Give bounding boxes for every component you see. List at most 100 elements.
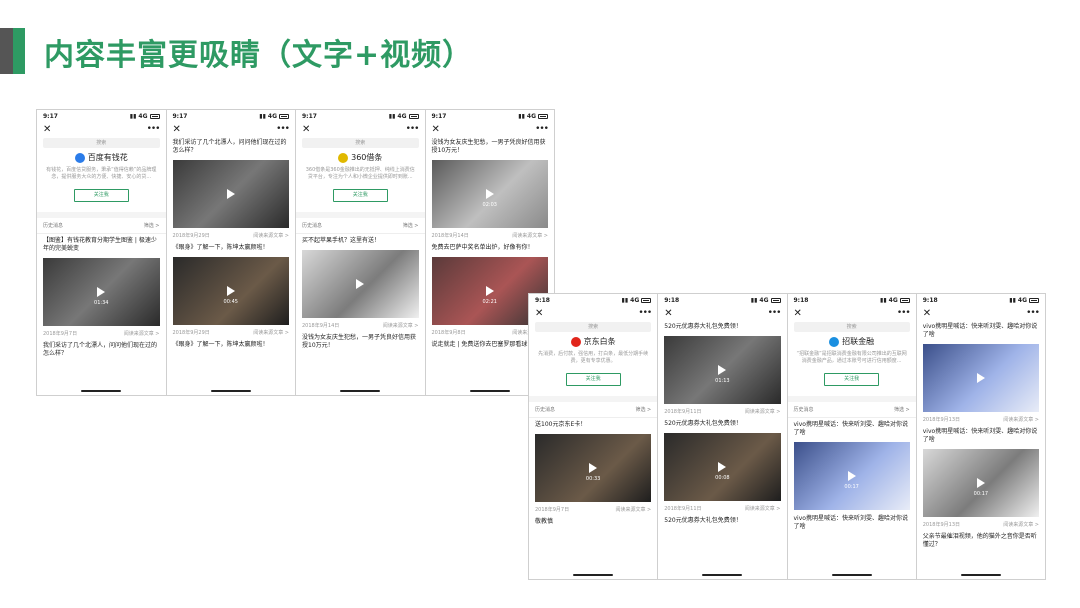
close-icon[interactable]: ✕ [923,308,931,319]
phone-screen: 9:18 ▮▮ 4G ✕ ••• 搜索 京东白条 先消费，后付款，强信用，打白条，最低分期手续… [529,294,659,579]
filter-link[interactable]: 筛选 > [894,406,910,413]
follow-button[interactable]: 关注我 [824,373,880,386]
video-thumbnail[interactable]: 00:33 [535,434,652,502]
article-item[interactable]: vivo携明星喊话：快来听刘雯、趣哈对你说了啥 [788,512,916,534]
home-indicator [340,390,381,392]
play-icon[interactable] [97,287,106,297]
article-item[interactable]: 买不起苹果手机？这里有送！ 2018年9月14日 阅读来源文章 > [296,234,425,331]
more-icon[interactable]: ••• [897,308,911,318]
search-input[interactable]: 搜索 [43,138,160,148]
play-icon[interactable] [356,279,365,289]
article-item[interactable]: vivo携明星喊话：快来听刘雯、趣哈对你说了啥 2018年9月13日 阅读来源文章 … [917,320,1045,425]
article-item[interactable]: vivo携明星喊话：快来听刘雯、趣哈对你说了啥 00:17 [788,418,916,510]
read-source-link[interactable]: 阅读来源文章 > [383,322,419,329]
status-bar: 9:17 ▮▮ 4G [37,110,166,122]
video-thumbnail[interactable]: 00:08 [664,433,781,501]
article-item[interactable]: 父亲节最催泪视频，他的猫外之音你是否听懂过？ [917,530,1045,552]
close-icon[interactable]: ✕ [302,124,310,135]
article-item[interactable]: 我们采访了几个北漂人，问问他们现在过的怎么样？ [37,339,166,361]
play-icon[interactable] [718,462,727,472]
video-thumbnail[interactable]: 00:17 [793,442,910,510]
play-icon[interactable] [485,189,494,199]
read-source-link[interactable]: 阅读来源文章 > [253,329,289,336]
more-icon[interactable]: ••• [1026,308,1040,318]
article-item[interactable]: 520元优惠券大礼包免费领！ 00:08 2018年9月11日 阅读来源文章 > [658,417,786,514]
article-item[interactable]: vivo携明星喊话：快来听刘雯、趣哈对你说了啥 00:17 2018年9月13日 阅读… [917,425,1045,530]
play-icon[interactable] [226,286,235,296]
play-icon[interactable] [976,478,985,488]
follow-button[interactable]: 关注我 [565,373,621,386]
more-icon[interactable]: ••• [276,124,290,134]
more-icon[interactable]: ••• [147,124,161,134]
video-thumbnail[interactable]: 00:17 [922,449,1039,517]
nav-bar: ✕ ••• [37,122,166,136]
close-icon[interactable]: ✕ [794,308,802,319]
status-time: 9:17 [302,112,317,120]
article-item[interactable]: 敬教慎 [529,515,657,529]
article-meta: 2018年9月7日 阅读来源文章 > [37,328,166,339]
close-icon[interactable]: ✕ [432,124,440,135]
signal-icon: ▮▮ [259,112,266,120]
article-item[interactable]: 《眼身》了解一下，陈坤太赢颜啦！ 00:45 2018年9月29日 阅读来源文章 > [167,241,296,338]
search-input[interactable]: 搜索 [535,322,652,332]
play-icon[interactable] [589,463,598,473]
read-source-link[interactable]: 阅读来源文章 > [615,506,651,513]
read-source-link[interactable]: 阅读来源文章 > [745,505,781,512]
read-source-link[interactable]: 阅读来源文章 > [1003,416,1039,423]
play-icon[interactable] [485,286,494,296]
article-title: 520元优惠券大礼包免费领！ [664,323,742,330]
read-source-link[interactable]: 阅读来源文章 > [512,232,548,239]
video-thumbnail[interactable]: 02:03 [431,160,548,228]
article-date: 2018年9月13日 [922,522,961,528]
video-thumbnail[interactable]: 01:34 [43,258,160,326]
close-icon[interactable]: ✕ [43,124,51,135]
article-item[interactable]: 520元优惠券大礼包免费领！ 01:13 2018年9月11日 阅读来源文章 > [658,320,786,417]
video-thumbnail[interactable]: 01:13 [664,336,781,404]
play-icon[interactable] [847,471,856,481]
read-source-link[interactable]: 阅读来源文章 > [124,330,160,337]
filter-link[interactable]: 筛选 > [635,406,651,413]
article-item[interactable]: 没钱为女友庆生犯愁，一男子凭良好信用获授10万元！ [296,331,425,353]
status-icons: ▮▮ 4G [389,113,419,120]
brand-header: 招联金融 [788,336,916,347]
article-item[interactable]: 没钱为女友庆生犯愁，一男子凭良好信用获授10万元！ 02:03 2018年9月14日… [426,136,555,241]
article-item[interactable]: 520元优惠券大礼包免费领！ [658,514,786,528]
article-item[interactable]: 【图鉴】有钱花教育分期学生图鉴 | 极速少年的完美蜕变 01:34 2018年9月7… [37,234,166,339]
phone-screen: 9:17 ▮▮ 4G ✕ ••• 搜索 百度有钱花 有钱花，百度信贷服务，秉承“值得信赖”的品… [37,110,167,395]
signal-icon: ▮▮ [750,296,758,304]
accent-bar [0,28,13,74]
search-input[interactable]: 搜索 [302,138,419,148]
play-icon[interactable] [976,373,985,383]
article-date: 2018年9月7日 [43,331,78,337]
filter-link[interactable]: 筛选 > [144,222,160,229]
follow-button[interactable]: 关注我 [73,189,129,202]
filter-link[interactable]: 筛选 > [403,222,419,229]
article-item[interactable]: 我们采访了几个北漂人，问问他们现在过的怎么样？ 2018年9月29日 阅读来源文章 … [167,136,296,241]
more-icon[interactable]: ••• [406,124,420,134]
video-thumbnail[interactable] [172,160,289,228]
read-source-link[interactable]: 阅读来源文章 > [253,232,289,239]
more-icon[interactable]: ••• [535,124,549,134]
video-thumbnail[interactable] [922,344,1039,412]
close-icon[interactable]: ✕ [664,308,672,319]
article-title: 我们采访了几个北漂人，问问他们现在过的怎么样？ [43,342,158,357]
video-thumbnail[interactable] [302,250,419,318]
article-title: vivo携明星喊话：快来听刘雯、趣哈对你说了啥 [922,323,1038,338]
article-item[interactable]: 送100元京东E卡！ 00:33 2018年9月7日 阅读来源文章 > [529,418,657,515]
read-source-link[interactable]: 阅读来源文章 > [745,408,781,415]
close-icon[interactable]: ✕ [535,308,543,319]
play-icon[interactable] [718,365,727,375]
read-source-link[interactable]: 阅读来源文章 > [1003,521,1039,528]
close-icon[interactable]: ✕ [173,124,181,135]
article-title: 敬教慎 [535,518,554,525]
play-icon[interactable] [226,189,235,199]
article-item[interactable]: 《眼身》了解一下，陈坤太赢颜啦！ [167,338,296,352]
signal-icon: ▮▮ [621,296,629,304]
search-input[interactable]: 搜索 [793,322,910,332]
follow-button[interactable]: 关注我 [332,189,388,202]
more-icon[interactable]: ••• [768,308,782,318]
video-thumbnail[interactable]: 00:45 [172,257,289,325]
network-label: 4G [630,296,640,304]
more-icon[interactable]: ••• [638,308,652,318]
nav-bar: ✕ ••• [788,306,916,320]
